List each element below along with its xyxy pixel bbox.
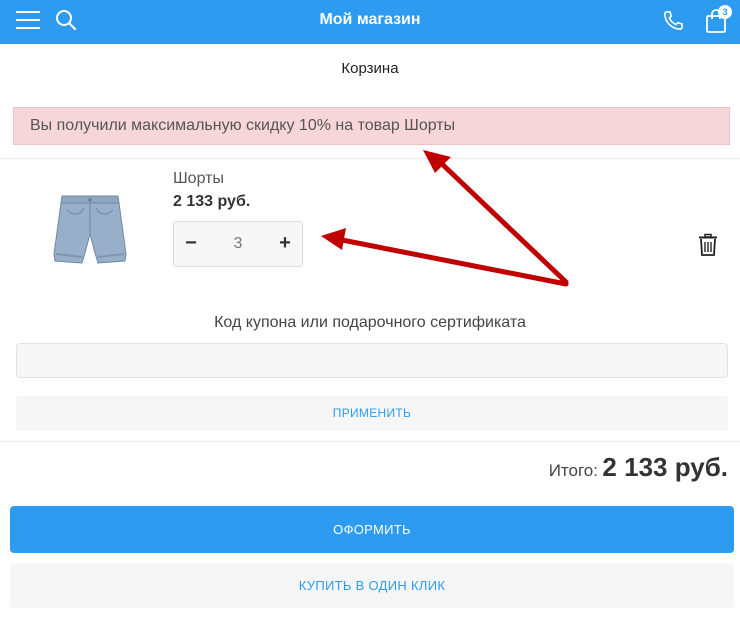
page-title: Корзина	[341, 60, 399, 77]
phone-icon[interactable]	[660, 8, 686, 34]
product-price: 2 133 руб.	[173, 193, 251, 210]
quantity-input[interactable]: 3	[208, 222, 268, 266]
coupon-input[interactable]	[16, 343, 728, 378]
checkout-button[interactable]: ОФОРМИТЬ	[10, 506, 734, 553]
quantity-stepper: − 3 +	[173, 221, 303, 267]
total-label: Итого:	[548, 461, 598, 480]
shopping-bag-icon[interactable]: 3	[704, 5, 732, 34]
decrease-quantity-button[interactable]: −	[176, 222, 206, 266]
arrow-to-notice	[423, 150, 569, 285]
arrow-to-quantity	[321, 228, 569, 287]
store-title[interactable]: Мой магазин	[0, 0, 740, 44]
apply-coupon-button[interactable]: ПРИМЕНИТЬ	[16, 396, 728, 431]
trash-icon[interactable]	[697, 233, 719, 257]
coupon-label: Код купона или подарочного сертификата	[214, 314, 526, 331]
cart-count-badge: 3	[718, 5, 732, 19]
total-value: 2 133 руб.	[602, 452, 728, 482]
discount-notice: Вы получили максимальную скидку 10% на т…	[13, 107, 730, 145]
product-name[interactable]: Шорты	[173, 170, 224, 188]
divider	[0, 441, 740, 442]
top-bar: Мой магазин 3	[0, 0, 740, 44]
denim-shorts-image[interactable]	[52, 190, 128, 266]
order-total: Итого: 2 133 руб.	[549, 452, 728, 483]
increase-quantity-button[interactable]: +	[270, 222, 300, 266]
one-click-buy-button[interactable]: КУПИТЬ В ОДИН КЛИК	[10, 563, 734, 608]
divider	[0, 158, 740, 159]
